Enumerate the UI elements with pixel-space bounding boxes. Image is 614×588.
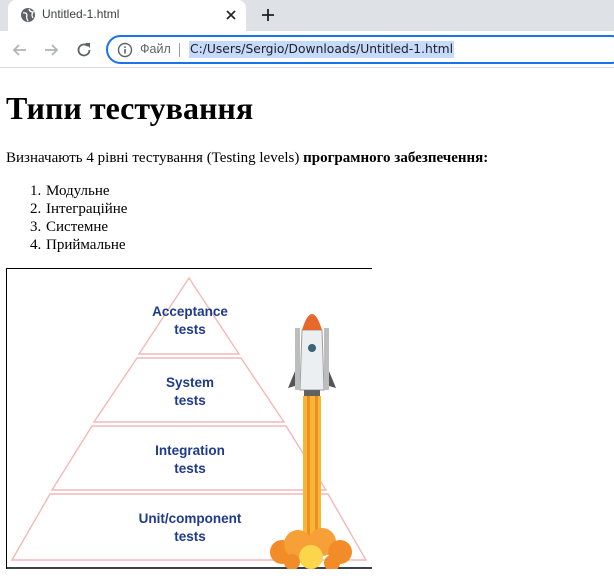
testing-levels-list: 1. Модульне 2. Інтеграційне 3. Системне 4. П… <box>30 182 128 254</box>
close-icon[interactable] <box>223 7 239 23</box>
list-item-number: 3. <box>30 219 42 235</box>
new-tab-icon[interactable] <box>259 6 277 24</box>
testing-pyramid-illustration: Acceptance tests System tests Integratio… <box>6 268 372 569</box>
list-item-label: Системне <box>46 219 109 235</box>
tab-strip: Untitled-1.html <box>0 0 614 31</box>
list-item-number: 2. <box>30 201 42 217</box>
globe-icon <box>21 8 35 22</box>
pyramid-label-system: System <box>166 375 214 390</box>
pyramid-label-acceptance-sub: tests <box>174 322 206 337</box>
scheme-label: Файл <box>140 42 171 56</box>
browser-tab[interactable]: Untitled-1.html <box>8 0 246 31</box>
page-title: Типи тестування <box>6 90 254 126</box>
browser-toolbar: Файл C:/Users/Sergio/Downloads/Untitled-… <box>0 31 614 68</box>
back-arrow-icon[interactable] <box>10 40 30 60</box>
list-item-number: 1. <box>30 183 42 199</box>
pyramid-label-unit: Unit/component <box>139 511 242 526</box>
intro-text: Визначають 4 рівні тестування (Testing l… <box>6 150 304 166</box>
pyramid-label-unit-sub: tests <box>174 529 206 544</box>
reload-icon[interactable] <box>74 40 94 60</box>
tab-title: Untitled-1.html <box>42 7 120 21</box>
list-item: 3. Системне <box>30 218 127 236</box>
list-item: 2. Інтеграційне <box>30 200 128 218</box>
pyramid-label-system-sub: tests <box>174 393 206 408</box>
list-item-label: Модульне <box>46 183 110 199</box>
pyramid-label-integration: Integration <box>155 443 225 458</box>
info-icon[interactable] <box>117 42 133 58</box>
intro-bold-text: програмного забезпечення: <box>303 150 489 166</box>
list-item: 1. Модульне <box>30 182 127 200</box>
url-text[interactable]: C:/Users/Sergio/Downloads/Untitled-1.htm… <box>189 41 455 58</box>
list-item-label: Інтеграційне <box>46 201 128 217</box>
omnibox-divider <box>179 43 180 57</box>
rocket-icon <box>270 314 352 569</box>
address-bar[interactable]: Файл C:/Users/Sergio/Downloads/Untitled-… <box>106 35 614 64</box>
list-item: 4. Приймальне <box>30 236 127 254</box>
list-item-label: Приймальне <box>46 237 126 253</box>
pyramid-label-acceptance: Acceptance <box>152 304 228 319</box>
intro-paragraph: Визначають 4 рівні тестування (Testing l… <box>6 149 488 167</box>
forward-arrow-icon[interactable] <box>41 40 61 60</box>
testing-pyramid-image: Acceptance tests System tests Integratio… <box>6 268 372 569</box>
pyramid-label-integration-sub: tests <box>174 461 206 476</box>
list-item-number: 4. <box>30 237 42 253</box>
